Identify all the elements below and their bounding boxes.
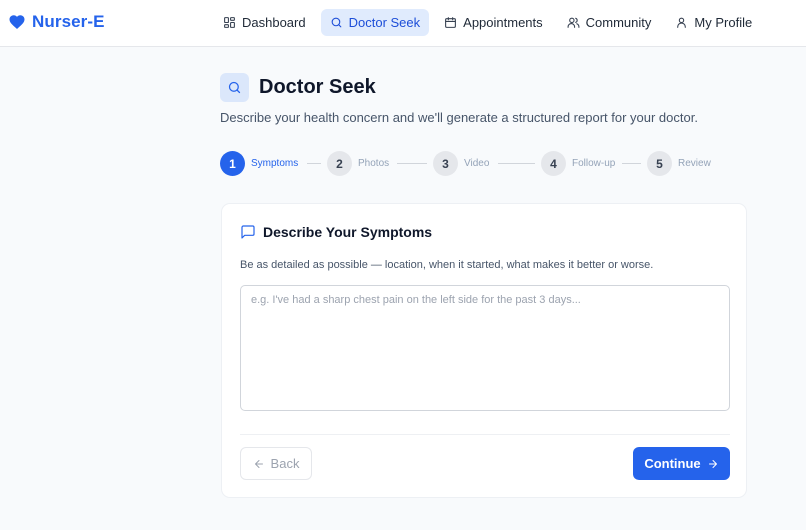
brand-logo[interactable]: Nurser-E [8, 12, 105, 32]
nav-item-label: Community [585, 15, 652, 30]
search-icon [331, 17, 341, 28]
search-icon [228, 81, 241, 94]
arrow-left-icon [254, 459, 263, 468]
step-follow-up[interactable]: 4 Follow-up [541, 151, 615, 176]
step-review[interactable]: 5 Review [647, 151, 711, 176]
nav-item-label: Dashboard [242, 15, 306, 30]
step-number: 4 [541, 151, 566, 176]
step-label: Follow-up [572, 158, 616, 169]
continue-button[interactable]: Continue [633, 447, 730, 480]
back-button-label: Back [270, 456, 300, 471]
step-label: Review [678, 158, 711, 169]
nav-item-dashboard[interactable]: Dashboard [214, 9, 315, 36]
nav-item-label: Appointments [463, 15, 543, 30]
card-header: Describe Your Symptoms [240, 224, 432, 240]
message-square-icon [241, 225, 255, 239]
progress-stepper: 1 Symptoms 2 Photos 3 Video 4 Follow-up … [220, 151, 720, 177]
page-title-badge [220, 73, 249, 102]
nav-item-my-profile[interactable]: My Profile [666, 9, 761, 36]
back-button[interactable]: Back [240, 447, 312, 480]
step-photos[interactable]: 2 Photos [327, 151, 389, 176]
step-label: Photos [358, 158, 390, 169]
nav-item-community[interactable]: Community [558, 9, 661, 36]
step-symptoms[interactable]: 1 Symptoms [220, 151, 298, 176]
step-label: Symptoms [251, 158, 299, 169]
main-nav: Dashboard Doctor Seek Appointments Commu… [214, 9, 761, 36]
step-connector [307, 163, 321, 164]
nav-item-doctor-seek[interactable]: Doctor Seek [320, 9, 430, 36]
page-header: Doctor Seek [220, 73, 376, 102]
user-icon [677, 17, 687, 28]
calendar-icon [445, 17, 457, 28]
step-connector [498, 163, 535, 164]
step-number: 5 [647, 151, 672, 176]
card-title: Describe Your Symptoms [263, 224, 433, 240]
users-icon [567, 17, 580, 28]
step-label: Video [464, 158, 490, 169]
step-number: 1 [220, 151, 245, 176]
page-subtitle: Describe your health concern and we'll g… [220, 110, 698, 125]
step-connector [622, 163, 641, 164]
nav-item-appointments[interactable]: Appointments [435, 9, 552, 36]
step-connector [397, 163, 427, 164]
dashboard-grid-icon [224, 17, 235, 28]
top-navbar: Nurser-E Dashboard Doctor Seek Appointme… [0, 0, 806, 47]
heart-icon [9, 15, 25, 29]
page-title: Doctor Seek [259, 76, 376, 98]
nav-item-label: Doctor Seek [348, 15, 421, 30]
step-number: 3 [433, 151, 458, 176]
step-video[interactable]: 3 Video [433, 151, 489, 176]
symptoms-card: Describe Your Symptoms Be as detailed as… [221, 203, 747, 498]
continue-button-label: Continue [644, 456, 701, 471]
arrow-right-icon [708, 459, 717, 468]
card-hint: Be as detailed as possible — location, w… [240, 259, 654, 271]
brand-name: Nurser-E [32, 12, 105, 31]
divider [240, 434, 730, 435]
symptoms-textarea[interactable] [240, 285, 730, 411]
step-number: 2 [327, 151, 352, 176]
nav-item-label: My Profile [694, 15, 753, 30]
